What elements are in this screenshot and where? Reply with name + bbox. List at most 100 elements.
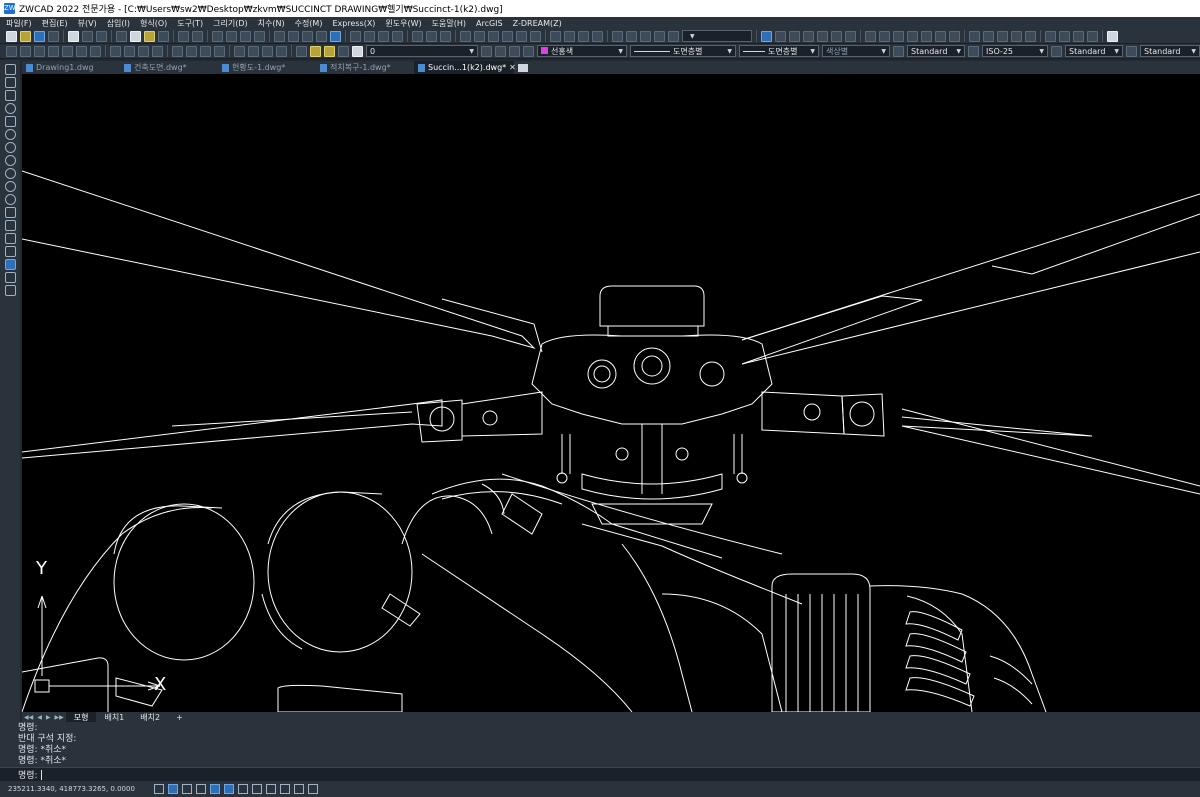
extend-icon[interactable]: [186, 45, 197, 57]
osnap-icon[interactable]: [210, 784, 220, 794]
command-input[interactable]: 명령:: [0, 767, 1200, 781]
view-left-icon[interactable]: [488, 30, 499, 42]
spline-tool-icon[interactable]: [4, 168, 16, 179]
tab-architecture[interactable]: 건축도면.dwg*: [120, 61, 218, 74]
zoom-realtime-icon[interactable]: [226, 30, 237, 42]
layer-manager-icon[interactable]: [612, 30, 623, 42]
table-style-combo[interactable]: Standard ▼: [1065, 45, 1123, 57]
next-layout-icon[interactable]: ▶: [46, 714, 51, 721]
drawing-canvas[interactable]: Y X: [22, 74, 1200, 712]
tab-drawing1[interactable]: Drawing1.dwg: [22, 61, 120, 74]
arc-tool-icon[interactable]: [4, 129, 16, 140]
lineweight-combo[interactable]: 도면층별 ▼: [739, 45, 819, 57]
sheet-set-icon[interactable]: [316, 30, 327, 42]
mtext-tool-icon[interactable]: [4, 285, 16, 296]
menu-window[interactable]: 윈도우(W): [385, 18, 421, 29]
line-icon[interactable]: [20, 45, 31, 57]
menu-insert[interactable]: 삽입(I): [107, 18, 130, 29]
menu-arcgis[interactable]: ArcGIS: [476, 19, 503, 28]
annotation-icon[interactable]: [308, 784, 318, 794]
zoom-window-icon[interactable]: [240, 30, 251, 42]
zoom-previous-icon[interactable]: [254, 30, 265, 42]
transparency-icon[interactable]: [280, 784, 290, 794]
ucs-3point-icon[interactable]: [845, 30, 856, 42]
polyline-tool-icon[interactable]: [4, 90, 16, 101]
block-editor-icon[interactable]: [1025, 30, 1036, 42]
menu-express[interactable]: Express(X): [332, 19, 375, 28]
view-right-icon[interactable]: [502, 30, 513, 42]
id-point-icon[interactable]: [392, 30, 403, 42]
cross-icon[interactable]: [76, 45, 87, 57]
markup-icon[interactable]: [983, 30, 994, 42]
zoom-in-icon[interactable]: [412, 30, 423, 42]
dynamic-ucs-icon[interactable]: [238, 784, 248, 794]
design-center-icon[interactable]: [288, 30, 299, 42]
polygon-tool-icon[interactable]: [4, 103, 16, 114]
add-layout-button[interactable]: +: [168, 713, 191, 722]
lineweight-icon[interactable]: [266, 784, 276, 794]
shade-icon[interactable]: [879, 30, 890, 42]
layer-properties-icon[interactable]: [296, 45, 307, 57]
quick-select-icon[interactable]: [1011, 30, 1022, 42]
match-properties-icon[interactable]: [158, 30, 169, 42]
polyline-icon[interactable]: [62, 45, 73, 57]
plugin-icon[interactable]: [1045, 30, 1056, 42]
dynamic-input-icon[interactable]: [252, 784, 262, 794]
text-style-icon[interactable]: [668, 30, 679, 42]
layer-freeze-icon[interactable]: [324, 45, 335, 57]
print-icon[interactable]: [68, 30, 79, 42]
save-as-icon[interactable]: [48, 30, 59, 42]
last-layout-icon[interactable]: ▶▶: [54, 714, 63, 721]
multiply-icon[interactable]: [90, 45, 101, 57]
properties-icon[interactable]: [274, 30, 285, 42]
ortho-icon[interactable]: [182, 784, 192, 794]
color-combo[interactable]: 선홍색 ▼: [537, 45, 627, 57]
publish-icon[interactable]: [96, 30, 107, 42]
trim-icon[interactable]: [200, 45, 211, 57]
menu-modify[interactable]: 수정(M): [295, 18, 323, 29]
settings-icon[interactable]: [1087, 30, 1098, 42]
text-edit-icon[interactable]: [654, 30, 665, 42]
layer-on-icon[interactable]: [310, 45, 321, 57]
view-back-icon[interactable]: [530, 30, 541, 42]
menu-edit[interactable]: 편집(E): [42, 18, 68, 29]
area-icon[interactable]: [364, 30, 375, 42]
dim-style-combo[interactable]: ISO-25 ▼: [982, 45, 1048, 57]
ellipse-arc-tool-icon[interactable]: [4, 194, 16, 205]
layer-states-icon[interactable]: [640, 30, 651, 42]
tab-layout2[interactable]: 배치2: [132, 712, 168, 723]
prev-layout-icon[interactable]: ◀: [37, 714, 42, 721]
tab-restoration[interactable]: 적치복구-1.dwg*: [316, 61, 414, 74]
paste-icon[interactable]: [144, 30, 155, 42]
layer-isolate-icon[interactable]: [509, 45, 520, 57]
redo-icon[interactable]: [192, 30, 203, 42]
table-tool-icon[interactable]: [4, 272, 16, 283]
rectangle-tool-icon[interactable]: [4, 116, 16, 127]
layer-combo[interactable]: 0 ▼: [366, 45, 478, 57]
tab-succinct[interactable]: Succin...1(k2).dwg* ✕: [414, 61, 516, 74]
multileader-style-icon[interactable]: [1126, 45, 1137, 57]
multileader-style-combo[interactable]: Standard ▼: [1140, 45, 1200, 57]
text-style-combo[interactable]: Standard ▼: [907, 45, 965, 57]
layer-color-icon[interactable]: [352, 45, 363, 57]
tab-model[interactable]: 모형: [65, 711, 97, 723]
polar-icon[interactable]: [196, 784, 206, 794]
magnet-icon[interactable]: [262, 45, 273, 57]
apps-icon[interactable]: [1073, 30, 1084, 42]
hatch-tool-icon[interactable]: [4, 246, 16, 257]
circle-tool-icon[interactable]: [4, 142, 16, 153]
close-tab-icon[interactable]: ✕: [509, 63, 516, 72]
menu-view[interactable]: 뷰(V): [78, 18, 97, 29]
point-tool-icon[interactable]: [4, 233, 16, 244]
ucs-object-icon[interactable]: [803, 30, 814, 42]
iso-se-icon[interactable]: [564, 30, 575, 42]
make-current-icon[interactable]: [481, 45, 492, 57]
viewport-combo[interactable]: ▼: [682, 30, 752, 42]
zoom-extents-icon[interactable]: [440, 30, 451, 42]
table-style-icon[interactable]: [1051, 45, 1062, 57]
calculator-icon[interactable]: [969, 30, 980, 42]
menu-help[interactable]: 도움말(H): [432, 18, 466, 29]
snap-icon[interactable]: [154, 784, 164, 794]
script-icon[interactable]: [1059, 30, 1070, 42]
open-file-icon[interactable]: [20, 30, 31, 42]
